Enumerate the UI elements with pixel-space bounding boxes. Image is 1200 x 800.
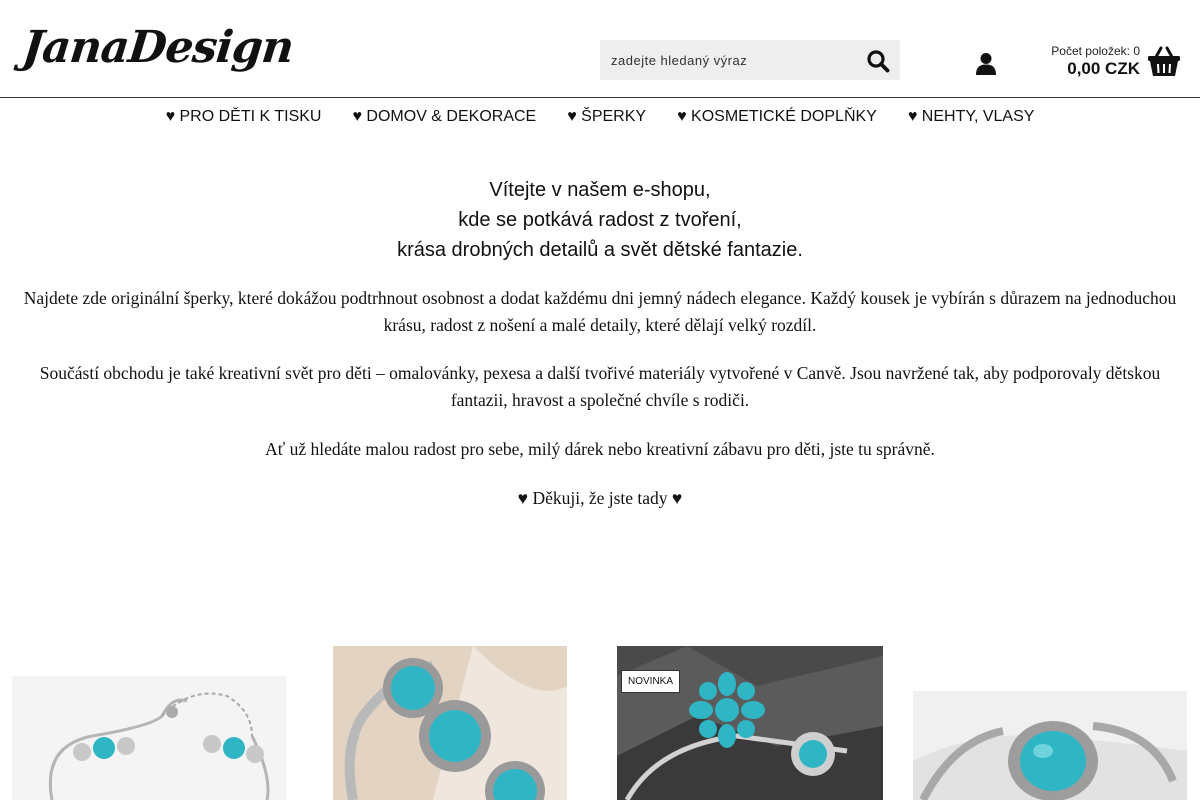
product-card-turquoise-ring[interactable] <box>913 691 1187 800</box>
nav-item-domov-dekorace[interactable]: ♥ DOMOV & DEKORACE <box>352 108 536 126</box>
welcome-line-1: Vítejte v našem e-shopu, <box>489 179 711 201</box>
product-card-turquoise-cuff[interactable] <box>333 646 567 800</box>
intro-paragraph-welcome: Ať už hledáte malou radost pro sebe, mil… <box>265 439 935 459</box>
intro-paragraph-kids: Součástí obchodu je také kreativní svět … <box>39 363 1161 410</box>
cart-total[interactable]: 0,00 CZK <box>1067 59 1140 79</box>
cart-item-count: Počet položek: 0 <box>1051 44 1140 58</box>
search-input[interactable] <box>600 40 850 80</box>
welcome-heading: Vítejte v našem e-shopu, kde se potkává … <box>0 175 1200 265</box>
product-card-bracelet-beads[interactable] <box>12 676 287 800</box>
new-badge: NOVINKA <box>621 670 681 693</box>
intro-paragraph-thanks: ♥ Děkuji, že jste tady ♥ <box>517 488 683 508</box>
nav-item-sperky[interactable]: ♥ ŠPERKY <box>567 108 646 126</box>
product-image <box>913 721 1187 800</box>
search-bar <box>600 40 900 80</box>
main-navigation: ♥ PRO DĚTI K TISKU ♥ DOMOV & DEKORACE ♥ … <box>0 108 1200 126</box>
product-card-turquoise-set[interactable]: NOVINKA <box>617 646 883 800</box>
search-icon[interactable] <box>866 49 890 73</box>
product-image <box>344 646 567 800</box>
welcome-line-3: krása drobných detailů a svět dětské fan… <box>397 239 803 261</box>
user-account-icon[interactable] <box>975 52 997 76</box>
nav-item-nehty-vlasy[interactable]: ♥ NEHTY, VLASY <box>908 108 1035 126</box>
product-image <box>48 692 270 800</box>
intro-paragraph-jewelry: Najdete zde originální šperky, které dok… <box>23 288 1177 335</box>
nav-item-kosmeticke-doplnky[interactable]: ♥ KOSMETICKÉ DOPLŇKY <box>677 108 877 126</box>
basket-icon[interactable] <box>1147 45 1181 77</box>
welcome-line-2: kde se potkává radost z tvoření, <box>458 209 742 231</box>
site-header: JanaDesign Počet položek: 0 0,00 CZK <box>0 0 1200 98</box>
nav-item-pro-deti[interactable]: ♥ PRO DĚTI K TISKU <box>166 108 322 126</box>
site-logo[interactable]: JanaDesign <box>18 18 296 90</box>
